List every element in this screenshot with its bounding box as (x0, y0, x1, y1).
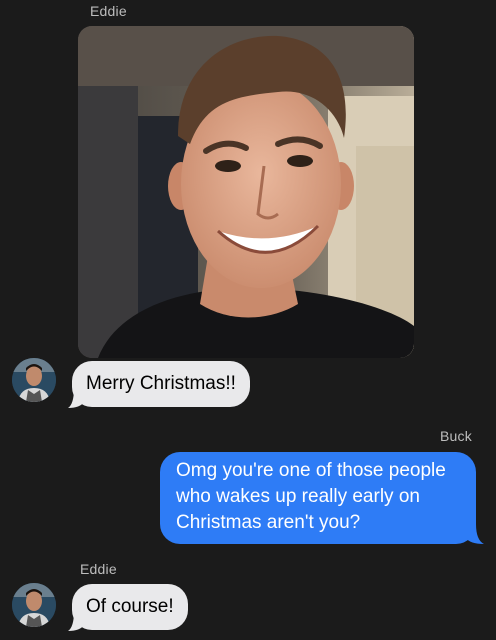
sender-label-eddie: Eddie (90, 3, 127, 19)
avatar-image (12, 358, 56, 402)
bubble-tail-incoming (68, 388, 84, 408)
sender-label-buck: Buck (440, 428, 472, 444)
message-text: Omg you're one of those people who wakes… (176, 460, 446, 533)
message-text: Merry Christmas!! (86, 373, 236, 394)
message-bubble-incoming[interactable]: Of course! (72, 584, 188, 630)
sender-label-eddie: Eddie (80, 561, 117, 577)
avatar-eddie[interactable] (12, 358, 56, 402)
message-text: Of course! (86, 596, 174, 617)
selfie-illustration (78, 26, 414, 358)
message-bubble-incoming[interactable]: Merry Christmas!! (72, 361, 250, 407)
bubble-tail-incoming (68, 611, 84, 631)
avatar-image (12, 583, 56, 627)
message-bubble-outgoing[interactable]: Omg you're one of those people who wakes… (160, 452, 476, 544)
avatar-eddie[interactable] (12, 583, 56, 627)
photo-attachment[interactable] (78, 26, 414, 358)
bubble-tail-outgoing (466, 524, 484, 544)
